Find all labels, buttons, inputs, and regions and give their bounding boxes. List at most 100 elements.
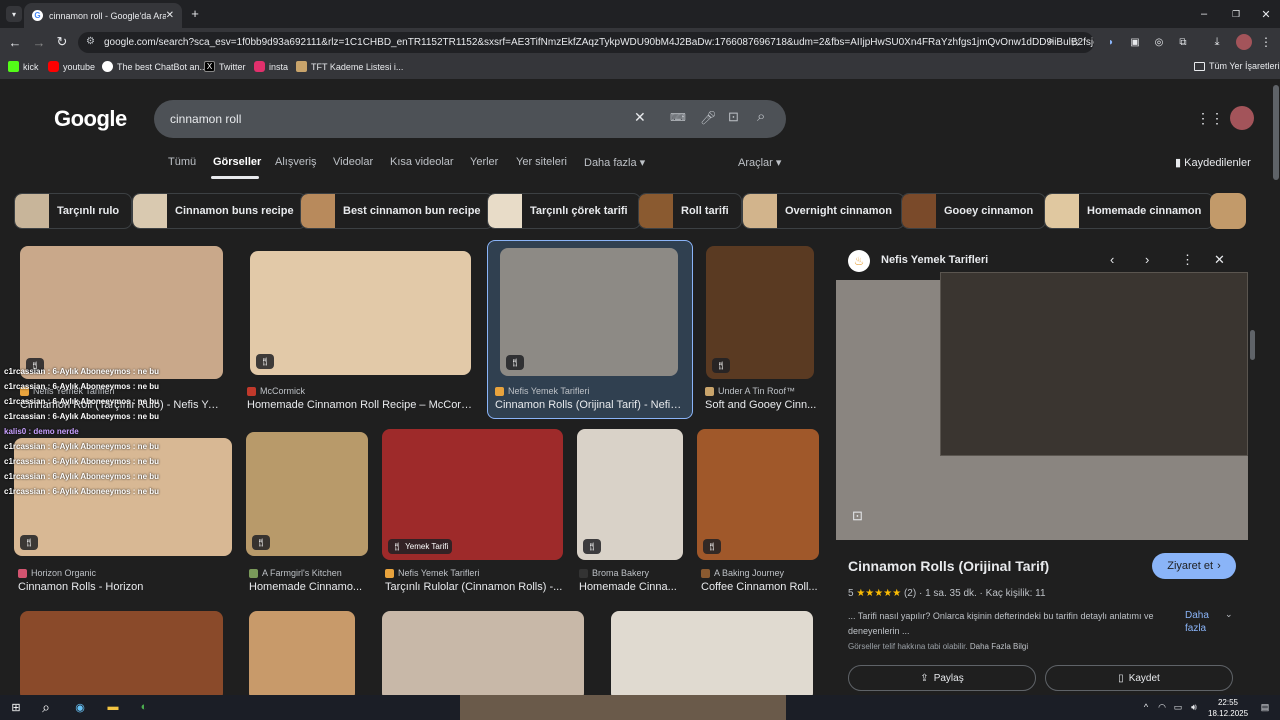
chip-cinnamon-buns-recipe[interactable]: Cinnamon buns recipe [132, 193, 307, 229]
result-image[interactable]: 🍴︎ [20, 246, 223, 379]
new-tab-icon[interactable]: + [188, 6, 202, 21]
result-source[interactable]: McCormick [247, 386, 305, 396]
result-source[interactable]: Horizon Organic [18, 568, 96, 578]
previous-icon[interactable]: ‹ [1110, 252, 1114, 267]
visit-button[interactable]: Ziyaret et › [1152, 553, 1236, 579]
tab-sites[interactable]: Yer siteleri [516, 156, 567, 168]
lens-search-icon[interactable]: ⊡ [852, 508, 863, 524]
back-icon[interactable]: ← [8, 34, 22, 50]
reload-icon[interactable]: ↻ [55, 34, 69, 50]
result-source[interactable]: Broma Bakery [579, 568, 649, 578]
result-image[interactable] [611, 611, 813, 695]
result-title[interactable]: Cinnamon Rolls - Horizon [18, 581, 228, 593]
microphone-icon[interactable]: 🎤︎ [700, 110, 717, 126]
more-link[interactable]: Daha fazla [1185, 609, 1225, 635]
search-box[interactable]: cinnamon roll ✕ ⌨ 🎤︎ ⊡ ⌕ [154, 100, 786, 138]
active-tab[interactable]: G cinnamon roll - Google'da Ara ✕ [24, 3, 182, 28]
share-button[interactable]: ⇪ Paylaş [848, 665, 1036, 691]
save-button[interactable]: ▯ Kaydet [1045, 665, 1233, 691]
chip-partial[interactable] [1210, 193, 1246, 229]
incognito-icon[interactable]: ◎ [1152, 34, 1166, 50]
file-explorer-icon[interactable]: ▬ [105, 699, 121, 715]
forward-icon[interactable]: → [32, 34, 46, 50]
tab-images[interactable]: Görseller [213, 156, 261, 168]
result-image[interactable]: 🍴︎ [246, 432, 368, 556]
bookmark-youtube[interactable]: youtube [48, 61, 95, 72]
network-icon[interactable]: ▭ [1172, 700, 1184, 714]
chip-roll-tarifi[interactable]: Roll tarifi [638, 193, 742, 229]
cast-icon[interactable]: ▣ [1128, 34, 1142, 50]
bookmark-star-icon[interactable]: ☆ [1070, 35, 1081, 49]
extensions-puzzle-icon[interactable]: ⧉ [1176, 34, 1190, 50]
result-source[interactable]: Nefis Yemek Tarifleri [385, 568, 479, 578]
chip-overnight-cinnamon[interactable]: Overnight cinnamon [742, 193, 905, 229]
result-title[interactable]: Homemade Cinna... [579, 581, 687, 593]
download-icon[interactable]: ⤓ [1210, 34, 1224, 50]
result-title[interactable]: Soft and Gooey Cinn... [705, 399, 817, 411]
bookmark-twitter[interactable]: X Twitter [204, 61, 246, 72]
chip-gooey-cinnamon[interactable]: Gooey cinnamon [901, 193, 1047, 229]
restore-icon[interactable]: ❐ [1228, 6, 1244, 22]
next-icon[interactable]: › [1145, 252, 1149, 267]
tab-search-icon[interactable]: ▾ [6, 6, 22, 22]
chevron-down-icon[interactable]: ⌄ [1225, 609, 1233, 620]
minimize-icon[interactable]: – [1196, 6, 1212, 22]
saved-button[interactable]: ▮ Kaydedilenler [1175, 156, 1251, 169]
zoom-icon[interactable]: ⌕ [1048, 35, 1054, 48]
search-input[interactable]: cinnamon roll [170, 112, 241, 126]
result-image[interactable]: 🍴︎ [250, 251, 471, 375]
profile-avatar[interactable] [1236, 34, 1252, 50]
result-image[interactable]: 🍴︎ [706, 246, 814, 379]
keyboard-icon[interactable]: ⌨ [670, 111, 686, 124]
result-title[interactable]: Cinnamon Rolls (Orijinal Tarif) - Nefis … [495, 399, 685, 411]
result-image[interactable]: 🍴︎ Yemek Tarifi [382, 429, 563, 560]
bookmark-kick[interactable]: kick [8, 61, 39, 72]
result-title[interactable]: Coffee Cinnamon Roll... [701, 581, 819, 593]
bookmark-chatbot[interactable]: The best ChatBot an... [102, 61, 207, 72]
close-tab-icon[interactable]: ✕ [166, 10, 174, 21]
chip-best-cinnamon-bun[interactable]: Best cinnamon bun recipe [300, 193, 494, 229]
notification-icon[interactable]: ▤ [1258, 700, 1272, 714]
result-source[interactable]: Nefis Yemek Tarifleri [495, 386, 589, 396]
result-image[interactable] [382, 611, 584, 695]
site-info-icon[interactable]: ⚙ [86, 36, 95, 47]
tab-more[interactable]: Daha fazla ▾ [584, 156, 645, 169]
chip-tarcinli-rulo[interactable]: Tarçınlı rulo [14, 193, 133, 229]
close-window-icon[interactable]: ✕ [1258, 6, 1274, 22]
headset-icon[interactable]: ◠ [1156, 700, 1168, 714]
tab-videos[interactable]: Videolar [333, 156, 373, 168]
page-scrollbar[interactable] [1273, 85, 1279, 180]
tab-all[interactable]: Tümü [168, 156, 196, 168]
tab-places[interactable]: Yerler [470, 156, 498, 168]
menu-kebab-icon[interactable]: ⋮ [1260, 34, 1272, 50]
apps-grid-icon[interactable]: ⋮⋮ [1196, 110, 1224, 126]
google-logo[interactable]: Google [54, 106, 127, 132]
panel-title[interactable]: Cinnamon Rolls (Orijinal Tarif) [848, 558, 1049, 574]
search-icon[interactable]: ⌕ [757, 108, 765, 125]
chip-tarcinli-corek[interactable]: Tarçınlı çörek tarifi [487, 193, 641, 229]
clock[interactable]: 22:55 18.12.2025 [1208, 697, 1248, 719]
lens-icon[interactable]: ⊡ [728, 109, 739, 125]
tab-shopping[interactable]: Alışveriş [275, 156, 317, 168]
account-avatar[interactable] [1230, 106, 1254, 130]
clear-icon[interactable]: ✕ [634, 109, 646, 126]
address-bar[interactable]: ⚙ google.com/search?sca_esv=1f0bb9d93a69… [78, 32, 1094, 53]
result-title[interactable]: Tarçınlı Rulolar (Cinnamon Rolls) -... [385, 581, 565, 593]
result-title[interactable]: Homemade Cinnamon Roll Recipe – McCormic… [247, 399, 477, 411]
tools-button[interactable]: Araçlar ▾ [738, 156, 781, 169]
result-image[interactable] [20, 611, 223, 695]
tray-chevron-icon[interactable]: ^ [1140, 700, 1152, 714]
panel-source[interactable]: Nefis Yemek Tarifleri [881, 254, 988, 266]
all-bookmarks[interactable]: Tüm Yer İşaretleri [1194, 61, 1280, 71]
result-title[interactable]: Homemade Cinnamo... [249, 581, 367, 593]
panel-scrollbar[interactable] [1250, 330, 1255, 360]
steam-icon[interactable]: ◉ [72, 699, 88, 715]
result-image[interactable] [249, 611, 355, 695]
more-info-link[interactable]: Daha Fazla Bilgi [970, 642, 1028, 651]
bookmark-tft[interactable]: TFT Kademe Listesi i... [296, 61, 403, 72]
search-icon[interactable]: ⌕ [38, 699, 54, 715]
result-image[interactable]: 🍴︎ [577, 429, 683, 560]
volume-icon[interactable]: 🔊︎ [1188, 700, 1200, 714]
result-source[interactable]: A Farmgirl's Kitchen [249, 568, 342, 578]
tab-short-videos[interactable]: Kısa videolar [390, 156, 454, 168]
